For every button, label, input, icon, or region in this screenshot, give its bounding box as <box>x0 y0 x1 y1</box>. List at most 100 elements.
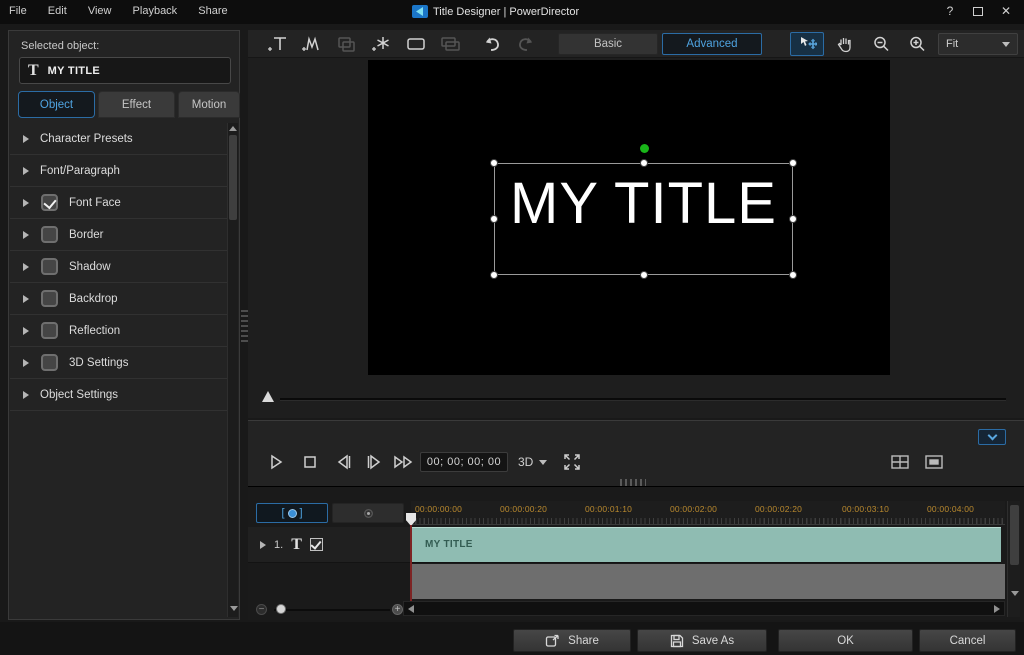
insert-particle-button[interactable] <box>366 32 397 56</box>
section-font-face[interactable]: Font Face <box>10 187 228 219</box>
undo-button[interactable] <box>476 32 507 56</box>
zoom-in-button[interactable] <box>900 32 934 56</box>
section-font-paragraph[interactable]: Font/Paragraph <box>10 155 228 187</box>
timeline-zoom-slider-handle[interactable] <box>276 604 286 614</box>
next-frame-button[interactable] <box>360 449 388 475</box>
select-move-tool-button[interactable] <box>790 32 824 56</box>
zoom-fit-dropdown[interactable]: Fit <box>938 33 1018 55</box>
fast-forward-button[interactable] <box>390 449 418 475</box>
section-label: Shadow <box>69 261 111 273</box>
menu-file[interactable]: File <box>0 0 36 17</box>
close-button[interactable]: ✕ <box>996 3 1016 20</box>
keyframe-active-icon <box>288 509 297 518</box>
resize-handle-se[interactable] <box>789 271 797 279</box>
tab-motion[interactable]: Motion <box>178 91 240 118</box>
attribute-keyframe-button[interactable] <box>332 503 404 523</box>
timeline-vertical-scrollbar[interactable] <box>1007 501 1020 617</box>
timeline-zoom-slider-track[interactable] <box>274 609 390 611</box>
insert-paint-object-button[interactable] <box>296 32 327 56</box>
tab-effect[interactable]: Effect <box>98 91 175 118</box>
3d-mode-dropdown[interactable]: 3D <box>518 452 547 472</box>
maximize-button[interactable] <box>968 3 988 20</box>
save-icon <box>670 634 684 648</box>
resize-handle-w[interactable] <box>490 215 498 223</box>
resize-handle-n[interactable] <box>640 159 648 167</box>
3d-settings-checkbox[interactable] <box>41 354 58 371</box>
share-icon <box>545 634 560 648</box>
panel-scrollbar-thumb[interactable] <box>229 135 237 220</box>
video-canvas[interactable]: MY TITLE <box>368 60 890 375</box>
title-clip[interactable]: MY TITLE <box>411 527 1001 563</box>
menu-playback[interactable]: Playback <box>124 0 187 17</box>
previous-frame-button[interactable] <box>330 449 358 475</box>
play-button[interactable] <box>262 449 290 475</box>
section-border[interactable]: Border <box>10 219 228 251</box>
shadow-checkbox[interactable] <box>41 258 58 275</box>
insert-shape-button[interactable] <box>400 32 431 56</box>
help-button[interactable]: ? <box>940 3 960 20</box>
section-shadow[interactable]: Shadow <box>10 251 228 283</box>
section-object-settings[interactable]: Object Settings <box>10 379 228 411</box>
menu-view[interactable]: View <box>79 0 121 17</box>
share-button[interactable]: Share <box>513 629 631 652</box>
section-reflection[interactable]: Reflection <box>10 315 228 347</box>
zoom-out-button[interactable] <box>864 32 898 56</box>
reflection-checkbox[interactable] <box>41 322 58 339</box>
ruler-tick: 00:00:04:00 <box>927 504 974 514</box>
section-3d-settings[interactable]: 3D Settings <box>10 347 228 379</box>
advanced-mode-button[interactable]: Advanced <box>662 33 762 55</box>
resize-handle-e[interactable] <box>789 215 797 223</box>
powerdirector-logo-icon <box>412 5 428 18</box>
border-checkbox[interactable] <box>41 226 58 243</box>
panel-splitter-handle[interactable] <box>241 310 248 344</box>
scroll-down-icon[interactable] <box>1011 591 1019 596</box>
tv-safe-zone-button[interactable] <box>920 449 948 475</box>
timeline-ruler[interactable]: 00:00:00:00 00:00:00:20 00:00:01:10 00:0… <box>411 501 1005 525</box>
section-backdrop[interactable]: Backdrop <box>10 283 228 315</box>
text-object-icon: T <box>28 62 39 80</box>
timeline-zoom-out-button[interactable]: − <box>256 604 267 615</box>
ruler-tick: 00:00:01:10 <box>585 504 632 514</box>
rotation-handle[interactable] <box>640 144 649 153</box>
title-keyframe-button[interactable]: [ ] <box>256 503 328 523</box>
menu-edit[interactable]: Edit <box>39 0 76 17</box>
resize-handle-nw[interactable] <box>490 159 498 167</box>
resize-handle-s[interactable] <box>640 271 648 279</box>
scroll-right-icon[interactable] <box>994 605 1000 613</box>
stop-button[interactable] <box>296 449 324 475</box>
preview-scrubber-track[interactable] <box>280 398 1006 401</box>
track-expander-icon[interactable] <box>260 541 266 549</box>
basic-mode-button[interactable]: Basic <box>558 33 658 55</box>
font-face-checkbox[interactable] <box>41 194 58 211</box>
expand-timeline-button[interactable] <box>978 429 1006 445</box>
backdrop-checkbox[interactable] <box>41 290 58 307</box>
track-enable-checkbox[interactable] <box>310 538 323 551</box>
scroll-left-icon[interactable] <box>408 605 414 613</box>
insert-text-button[interactable] <box>262 32 293 56</box>
resize-handle-sw[interactable] <box>490 271 498 279</box>
fullscreen-button[interactable] <box>558 449 586 475</box>
cancel-button[interactable]: Cancel <box>919 629 1016 652</box>
scroll-down-icon[interactable] <box>230 606 238 611</box>
canvas-title-text[interactable]: MY TITLE <box>495 170 792 237</box>
zoom-out-icon <box>872 35 890 53</box>
pan-tool-button[interactable] <box>828 32 862 56</box>
show-grid-button[interactable] <box>886 449 914 475</box>
save-as-button[interactable]: Save As <box>637 629 767 652</box>
scroll-up-icon[interactable] <box>229 126 237 131</box>
title-designer-window: File Edit View Playback Share Title Desi… <box>0 0 1024 655</box>
resize-handle-ne[interactable] <box>789 159 797 167</box>
tab-object[interactable]: Object <box>18 91 95 118</box>
section-character-presets[interactable]: Character Presets <box>10 123 228 155</box>
menu-share[interactable]: Share <box>189 0 236 17</box>
panel-scrollbar[interactable] <box>227 123 238 617</box>
selected-object-field[interactable]: T MY TITLE <box>19 57 231 84</box>
title-selection-box[interactable]: MY TITLE <box>494 163 793 275</box>
ruler-tick: 00:00:00:20 <box>500 504 547 514</box>
timeline-splitter-handle[interactable] <box>620 479 646 486</box>
timeline-zoom-in-button[interactable]: + <box>392 604 403 615</box>
timeline-horizontal-scrollbar[interactable] <box>403 601 1005 616</box>
ok-button[interactable]: OK <box>778 629 913 652</box>
timeline-scrollbar-thumb[interactable] <box>1010 505 1019 565</box>
preview-scrubber-handle[interactable] <box>262 391 274 402</box>
